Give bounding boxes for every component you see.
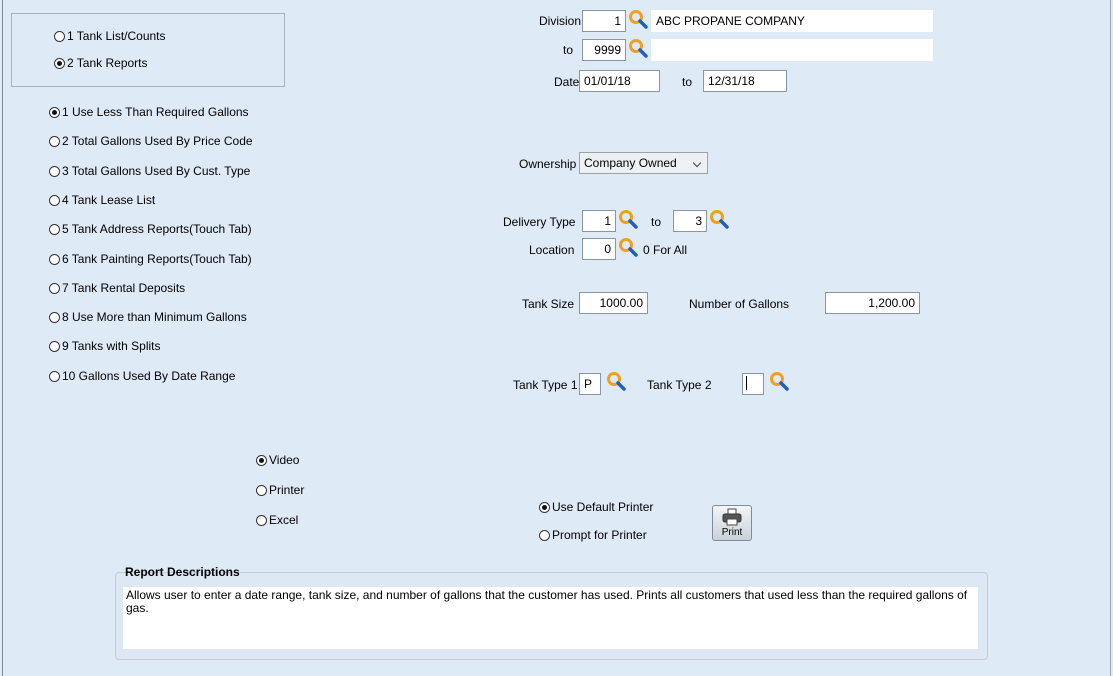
division-to-input[interactable]: 9999 bbox=[582, 39, 626, 61]
gallons-input[interactable]: 1,200.00 bbox=[825, 292, 920, 314]
radio-label: 7 Tank Rental Deposits bbox=[62, 281, 186, 295]
division-from-input[interactable]: 1 bbox=[582, 10, 626, 32]
radio-label: 4 Tank Lease List bbox=[62, 193, 156, 207]
radio-label: 5 Tank Address Reports(Touch Tab) bbox=[62, 222, 252, 236]
print-button[interactable]: Print bbox=[712, 505, 752, 541]
radio-prompt-for-printer[interactable]: Prompt for Printer bbox=[539, 528, 647, 542]
radio-tank-reports[interactable]: 2 Tank Reports bbox=[54, 56, 148, 70]
tank-type1-input[interactable]: P bbox=[579, 373, 601, 395]
radio-report-type[interactable]: 7 Tank Rental Deposits bbox=[49, 281, 185, 295]
division-to-name-display bbox=[651, 39, 933, 61]
radio-button[interactable] bbox=[49, 311, 60, 323]
radio-label: 1 Tank List/Counts bbox=[67, 29, 166, 43]
magnifier-icon[interactable] bbox=[617, 208, 639, 230]
radio-label: Printer bbox=[269, 483, 305, 497]
tank-size-label: Tank Size bbox=[522, 297, 575, 311]
radio-label: 8 Use More than Minimum Gallons bbox=[62, 310, 247, 324]
report-description-text: Allows user to enter a date range, tank … bbox=[123, 587, 978, 649]
radio-report-type[interactable]: 1 Use Less Than Required Gallons bbox=[49, 105, 249, 119]
location-label: Location bbox=[529, 243, 575, 257]
radio-button[interactable] bbox=[256, 454, 267, 466]
radio-report-type[interactable]: 4 Tank Lease List bbox=[49, 193, 155, 207]
magnifier-icon[interactable] bbox=[768, 370, 790, 392]
ownership-label: Ownership bbox=[519, 157, 577, 171]
radio-report-type[interactable]: 5 Tank Address Reports(Touch Tab) bbox=[49, 222, 252, 236]
division-name-display: ABC PROPANE COMPANY bbox=[651, 10, 933, 32]
report-window: 1 Tank List/Counts 2 Tank Reports 1 Use … bbox=[2, 0, 1111, 676]
radio-label: Prompt for Printer bbox=[552, 528, 647, 542]
radio-label: Excel bbox=[269, 513, 299, 527]
radio-button[interactable] bbox=[49, 165, 60, 177]
date-label: Date bbox=[554, 75, 580, 89]
radio-label: 6 Tank Painting Reports(Touch Tab) bbox=[62, 252, 252, 266]
radio-output-excel[interactable]: Excel bbox=[256, 513, 298, 527]
radio-report-type[interactable]: 10 Gallons Used By Date Range bbox=[49, 369, 235, 383]
radio-label: 9 Tanks with Splits bbox=[62, 339, 161, 353]
delivery-type-to-label: to bbox=[651, 215, 662, 229]
radio-button[interactable] bbox=[539, 529, 550, 541]
location-input[interactable]: 0 bbox=[582, 238, 616, 260]
radio-button[interactable] bbox=[49, 106, 60, 118]
print-button-label: Print bbox=[721, 527, 743, 538]
radio-label: 10 Gallons Used By Date Range bbox=[62, 369, 236, 383]
delivery-type-to-input[interactable]: 3 bbox=[673, 210, 707, 232]
delivery-type-from-input[interactable]: 1 bbox=[582, 210, 616, 232]
radio-label: Video bbox=[269, 453, 300, 467]
radio-report-type[interactable]: 9 Tanks with Splits bbox=[49, 339, 161, 353]
text-cursor bbox=[746, 376, 747, 390]
gallons-label: Number of Gallons bbox=[689, 297, 790, 311]
radio-output-printer[interactable]: Printer bbox=[256, 483, 304, 497]
report-description-title: Report Descriptions bbox=[125, 565, 240, 579]
magnifier-icon[interactable] bbox=[708, 208, 730, 230]
radio-button[interactable] bbox=[49, 370, 60, 382]
printer-icon bbox=[722, 508, 742, 526]
ownership-select[interactable]: Company Owned bbox=[579, 152, 708, 174]
tank-type2-label: Tank Type 2 bbox=[647, 378, 712, 392]
magnifier-icon[interactable] bbox=[605, 370, 627, 392]
radio-report-type[interactable]: 2 Total Gallons Used By Price Code bbox=[49, 134, 253, 148]
radio-label: 2 Tank Reports bbox=[67, 56, 148, 70]
radio-button[interactable] bbox=[49, 194, 60, 206]
radio-label: 1 Use Less Than Required Gallons bbox=[62, 105, 249, 119]
date-from-input[interactable]: 01/01/18 bbox=[579, 70, 660, 92]
date-to-input[interactable]: 12/31/18 bbox=[703, 70, 787, 92]
radio-button[interactable] bbox=[54, 30, 65, 42]
radio-button[interactable] bbox=[49, 253, 60, 265]
radio-button[interactable] bbox=[256, 484, 267, 496]
radio-label: Use Default Printer bbox=[552, 500, 654, 514]
radio-report-type[interactable]: 8 Use More than Minimum Gallons bbox=[49, 310, 247, 324]
radio-label: 3 Total Gallons Used By Cust. Type bbox=[62, 164, 251, 178]
ownership-selected-value: Company Owned bbox=[584, 156, 677, 170]
radio-report-type[interactable]: 6 Tank Painting Reports(Touch Tab) bbox=[49, 252, 252, 266]
chevron-down-icon bbox=[692, 158, 702, 168]
radio-use-default-printer[interactable]: Use Default Printer bbox=[539, 500, 653, 514]
division-to-label: to bbox=[563, 43, 574, 57]
radio-button[interactable] bbox=[49, 223, 60, 235]
date-to-label: to bbox=[682, 75, 693, 89]
radio-tank-list-counts[interactable]: 1 Tank List/Counts bbox=[54, 29, 166, 43]
radio-button[interactable] bbox=[49, 340, 60, 352]
radio-button[interactable] bbox=[539, 501, 550, 513]
radio-button[interactable] bbox=[49, 282, 60, 294]
magnifier-icon[interactable] bbox=[617, 236, 639, 258]
radio-button[interactable] bbox=[54, 57, 65, 69]
division-label: Division bbox=[539, 14, 582, 28]
location-hint: 0 For All bbox=[643, 243, 688, 257]
radio-button[interactable] bbox=[49, 135, 60, 147]
radio-button[interactable] bbox=[256, 514, 267, 526]
radio-label: 2 Total Gallons Used By Price Code bbox=[62, 134, 253, 148]
delivery-type-label: Delivery Type bbox=[503, 215, 576, 229]
magnifier-icon[interactable] bbox=[627, 37, 649, 59]
magnifier-icon[interactable] bbox=[627, 8, 649, 30]
radio-report-type[interactable]: 3 Total Gallons Used By Cust. Type bbox=[49, 164, 250, 178]
report-group-box bbox=[11, 13, 285, 87]
tank-type1-label: Tank Type 1 bbox=[513, 378, 578, 392]
tank-size-input[interactable]: 1000.00 bbox=[579, 292, 648, 314]
radio-output-video[interactable]: Video bbox=[256, 453, 299, 467]
